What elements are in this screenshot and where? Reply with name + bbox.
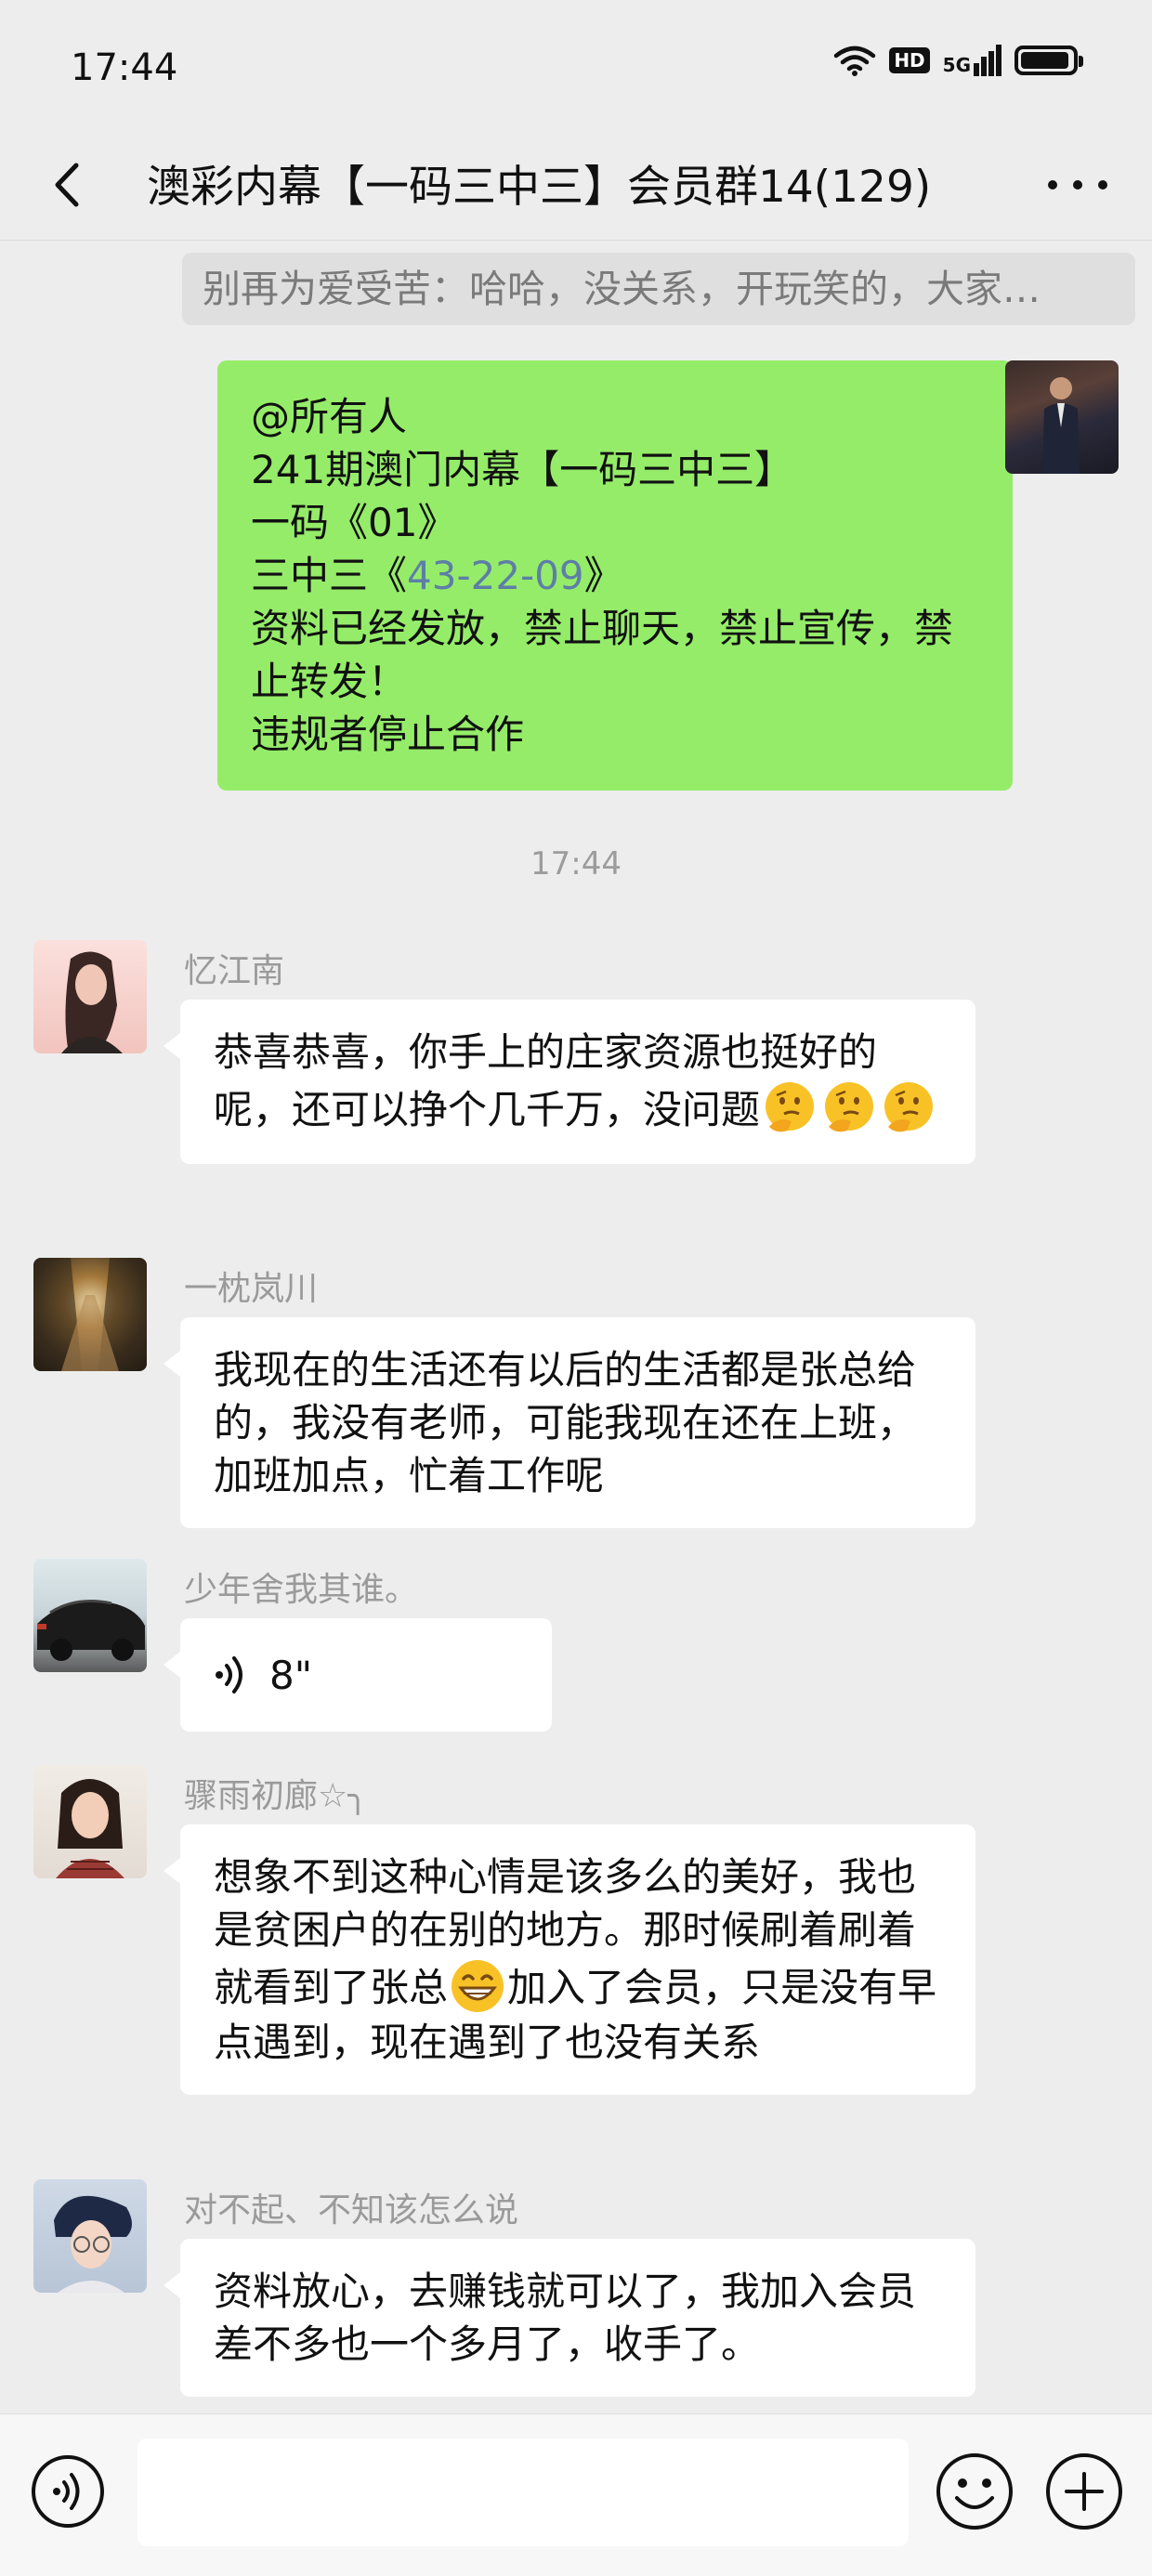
status-time: 17:44 [71,46,178,89]
message-line: 一码《01》 [251,500,457,545]
chat-area[interactable]: 别再为爱受苦：哈哈，没关系，开玩笑的，大家… @所有人 241期澳门内幕【一码三… [0,240,1152,2413]
avatar[interactable] [33,1765,147,1878]
incoming-message[interactable]: 恭喜恭喜，你手上的庄家资源也挺好的呢，还可以挣个几千万，没问题 [164,1000,975,1164]
voice-playback-icon [216,1656,242,1693]
incoming-message[interactable]: 我现在的生活还有以后的生活都是张总给的，我没有老师，可能我现在还在上班，加班加点… [164,1317,975,1528]
outgoing-message[interactable]: @所有人 241期澳门内幕【一码三中三】 一码《01》 三中三《43-22-09… [217,360,1029,791]
hd-icon: HD [889,47,930,73]
numbers-link[interactable]: 43-22-09 [407,553,584,598]
thinking-face-emoji [825,1082,874,1132]
sender-name: 对不起、不知该怎么说 [184,2191,519,2229]
avatar-image [37,1600,145,1661]
avatar-image [33,1258,147,1371]
voice-duration: 8" [269,1652,313,1698]
more-dot [1098,180,1107,190]
thinking-face-emoji [766,1082,815,1132]
message-timestamp: 17:44 [530,845,622,883]
incoming-message[interactable]: 资料放心，去赚钱就可以了，我加入会员差不多也一个多月了，收手了。 [164,2239,975,2397]
message-text: 资料放心，去赚钱就可以了，我加入会员差不多也一个多月了，收手了。 [214,2269,917,2367]
plus-icon[interactable] [1044,2452,1124,2531]
thinking-face-emoji [884,1082,934,1132]
message-line: 241期澳门内幕【一码三中三】 [251,447,794,492]
nav-bar: 澳彩内幕【一码三中三】会员群14(129) [0,130,1152,241]
avatar-image [61,951,123,1053]
sender-name: 骤雨初廊☆╮ [184,1777,368,1815]
more-icon[interactable] [1041,152,1115,217]
emoji-icon[interactable] [935,2452,1015,2531]
self-avatar[interactable] [1005,360,1119,474]
sender-name: 一枕岚川 [184,1270,319,1308]
voice-message[interactable]: 8" [164,1618,552,1732]
signal-5g-icon: 5G [943,45,1001,76]
status-bar: 17:44 HD 5G [0,0,1152,130]
avatar[interactable] [33,2179,147,2293]
chat-title: 澳彩内幕【一码三中三】会员群14(129) [147,162,932,213]
message-line: 违规者停止合作 [251,712,525,757]
network-type: 5G [942,54,971,76]
input-bar [0,2413,1152,2576]
grinning-face-emoji [452,1960,504,2012]
avatar-image [56,1779,124,1878]
message-text: 我现在的生活还有以后的生活都是张总给的，我没有老师，可能我现在还在上班，加班加点… [214,1347,917,1498]
voice-input-icon[interactable] [30,2453,106,2530]
battery-fill [1021,52,1068,69]
signal-bars-icon [974,45,1001,76]
message-line: @所有人 [251,394,408,439]
battery-icon [1015,46,1083,75]
incoming-message[interactable]: 想象不到这种心情是该多么的美好，我也是贫困户的在别的地方。那时候刷着刷着就看到了… [164,1824,975,2095]
sender-name: 少年舍我其谁。 [184,1571,419,1609]
more-dot [1073,180,1082,190]
group-notice[interactable]: 别再为爱受苦：哈哈，没关系，开玩笑的，大家… [182,253,1135,325]
person-figure [1042,377,1080,474]
avatar[interactable] [33,1258,147,1371]
message-line: 资料已经发放，禁止聊天，禁止宣传，禁止转发！ [251,606,954,704]
avatar[interactable] [33,940,147,1053]
message-input[interactable] [137,2439,909,2546]
wifi-icon [834,46,876,76]
status-icons: HD 5G [833,45,1083,76]
avatar-image [54,2195,132,2293]
message-line-numbers: 三中三《43-22-09》 [251,549,979,602]
more-dot [1048,180,1057,190]
back-icon[interactable] [37,152,102,217]
avatar[interactable] [33,1559,147,1672]
numbers-suffix: 》 [583,553,623,598]
numbers-prefix: 三中三《 [251,553,408,598]
sender-name: 忆江南 [184,952,285,990]
